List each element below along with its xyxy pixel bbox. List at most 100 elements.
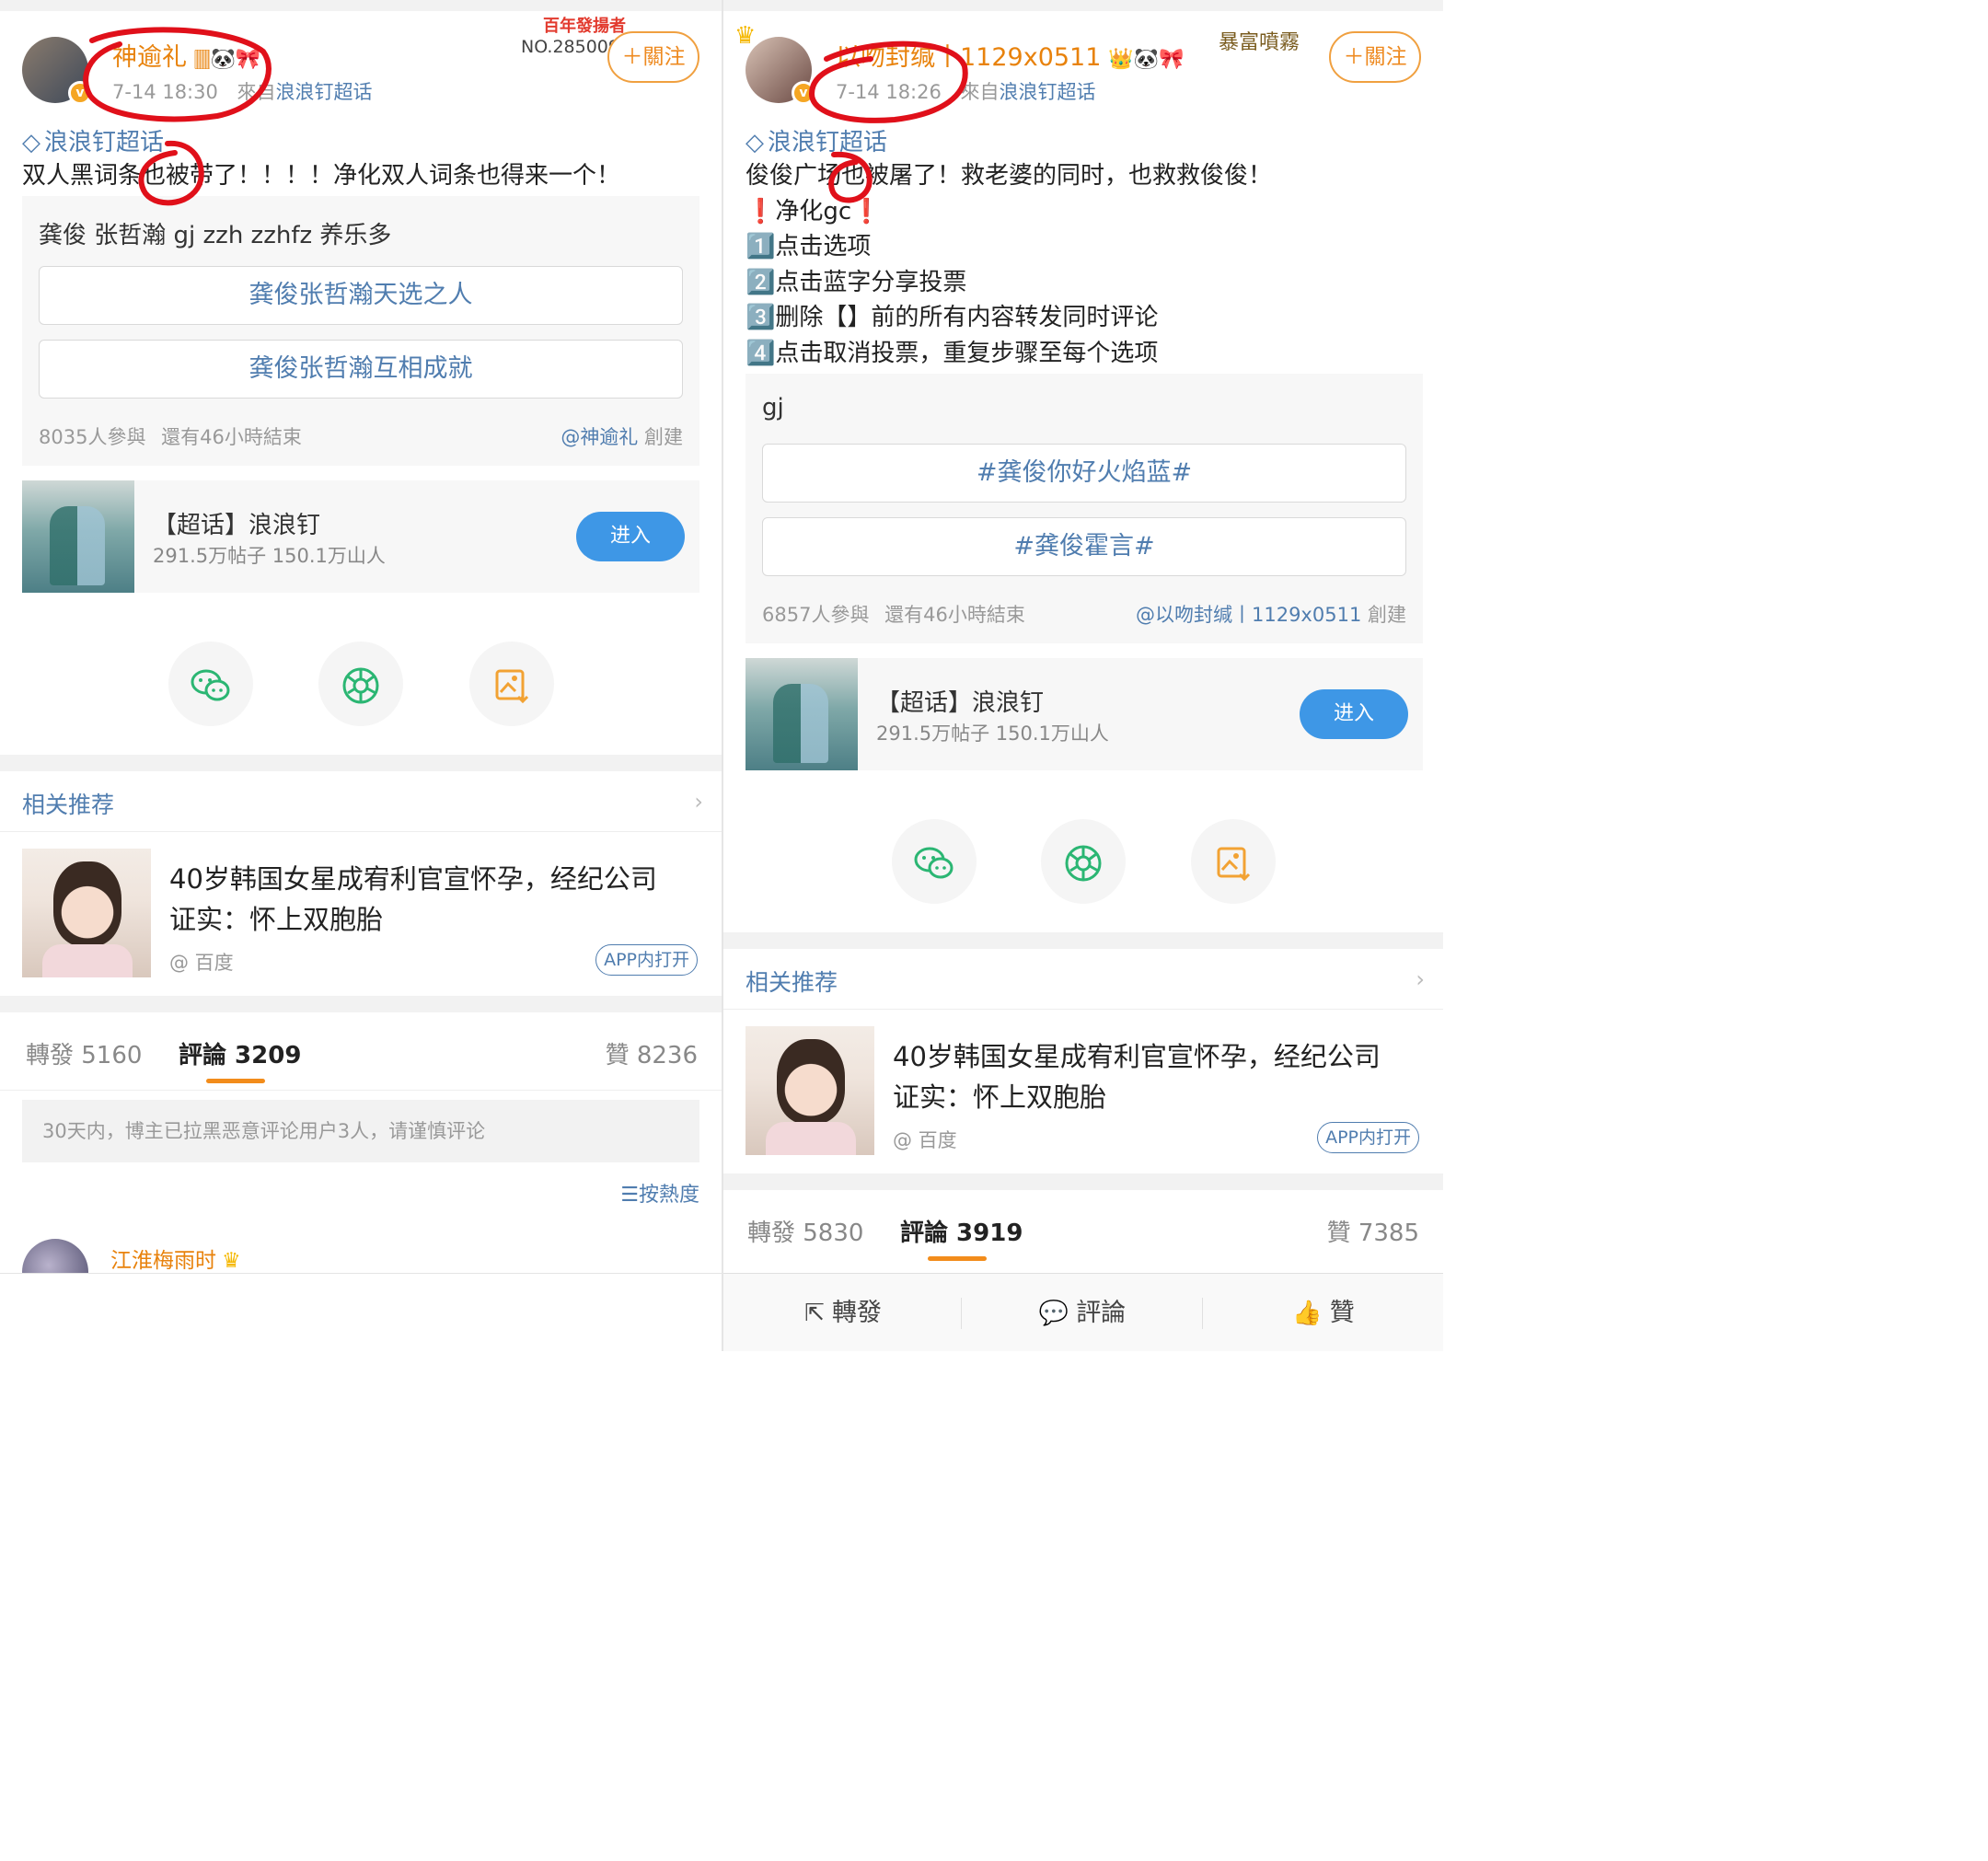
section-gap	[723, 1173, 1443, 1190]
related-source: @ 百度	[893, 1129, 957, 1151]
poll-creator[interactable]: @神逾礼 創建	[561, 422, 683, 450]
poll-footer: 6857人參與 還有46小時結束 @以吻封缄丨1129x0511 創建	[762, 600, 1406, 628]
section-gap	[0, 996, 722, 1012]
source-prefix: 來自	[960, 81, 1000, 103]
body-line: 双人黑词条也被带了！！！！净化双人词条也得来一个！	[22, 162, 621, 190]
super-topic-title: 【超话】浪浪钉	[153, 512, 321, 539]
comment-icon: 💬	[1038, 1300, 1069, 1327]
decor-badge: 暴富噴霧	[1219, 31, 1300, 54]
body-line: ❗净化gc❗	[746, 197, 882, 225]
related-thumbnail[interactable]	[22, 849, 151, 977]
medal-title: 百年發揚者	[543, 17, 626, 36]
diamond-icon: ◇	[22, 129, 40, 156]
divider	[723, 1009, 1443, 1010]
topic-link[interactable]: ◇ 浪浪钉超话	[746, 123, 887, 157]
poll-card: 龚俊 张哲瀚 gj zzh zzhfz 养乐多 龚俊张哲瀚天选之人 龚俊张哲瀚互…	[22, 196, 699, 466]
diamond-icon: ◇	[746, 129, 764, 156]
divider	[0, 1090, 722, 1091]
screenshot-comparison: v 神逾礼 🀫🐼🎀 7-14 18:30 來自浪浪钉超话 百年發揚者 NO.285…	[0, 0, 1443, 1351]
poll-participants: 6857人參與	[762, 604, 870, 626]
separator	[1202, 1298, 1203, 1329]
username[interactable]: 以吻封缄丨1129x0511 👑🐼🎀	[836, 37, 1185, 73]
tab-repost[interactable]: 轉發 5160	[26, 1036, 142, 1070]
poll-title: 龚俊 张哲瀚 gj zzh zzhfz 养乐多	[39, 222, 392, 249]
tab-comment[interactable]: 評論 3209	[179, 1036, 301, 1070]
topic-link[interactable]: ◇ 浪浪钉超话	[22, 123, 164, 157]
poll-title: gj	[762, 394, 784, 422]
active-tab-indicator	[206, 1079, 265, 1083]
save-image-icon[interactable]	[1191, 819, 1276, 904]
poll-creator[interactable]: @以吻封缄丨1129x0511 創建	[1136, 600, 1406, 628]
chevron-right-icon[interactable]: ›	[1416, 966, 1425, 992]
source-link[interactable]: 浪浪钉超话	[1000, 81, 1096, 103]
follow-button[interactable]: ＋關注	[1329, 31, 1421, 83]
related-heading: 相关推荐	[746, 969, 838, 996]
poll-participants: 8035人參與	[39, 426, 146, 448]
open-in-app-button[interactable]: APP内打开	[595, 944, 698, 976]
super-topic-title: 【超话】浪浪钉	[876, 689, 1045, 717]
wechat-icon[interactable]	[892, 819, 977, 904]
body-line: 1️⃣点击选项	[746, 233, 872, 260]
related-title[interactable]: 40岁韩国女星成宥利官宣怀孕，经纪公司 证实：怀上双胞胎	[893, 1036, 1381, 1117]
super-topic-stats: 291.5万帖子 150.1万山人	[153, 545, 386, 567]
post-meta: 7-14 18:26 來自浪浪钉超话	[836, 77, 1096, 105]
body-line: 4️⃣点击取消投票，重复步骤至每个选项	[746, 339, 1159, 367]
verified-icon: v	[792, 81, 815, 105]
timestamp: 7-14 18:30	[112, 81, 218, 103]
related-title[interactable]: 40岁韩国女星成宥利官宣怀孕，经纪公司 证实：怀上双胞胎	[169, 859, 657, 940]
super-topic-card[interactable]: 【超话】浪浪钉 291.5万帖子 150.1万山人 进入	[746, 658, 1423, 770]
medal-number: NO.285009	[521, 37, 619, 57]
crown-icon: ♛	[222, 1249, 241, 1273]
super-topic-thumbnail	[746, 658, 858, 770]
save-image-icon[interactable]	[469, 642, 554, 726]
bottom-blank	[0, 1273, 722, 1351]
username[interactable]: 神逾礼 🀫🐼🎀	[112, 37, 260, 73]
enter-button[interactable]: 进入	[1300, 689, 1408, 739]
comment-button[interactable]: 💬 評論	[963, 1274, 1202, 1351]
tab-like[interactable]: 贊 8236	[606, 1036, 698, 1070]
related-heading: 相关推荐	[22, 792, 115, 818]
source-link[interactable]: 浪浪钉超话	[276, 81, 373, 103]
follow-button[interactable]: ＋關注	[607, 31, 699, 83]
body-line: 3️⃣删除【】前的所有内容转发同时评论	[746, 304, 1159, 331]
right-post-panel: v 以吻封缄丨1129x0511👑🐼🎀 7-14 18:26 來自浪浪钉超话 暴…	[723, 0, 1443, 1351]
moments-icon[interactable]	[318, 642, 403, 726]
tab-repost[interactable]: 轉發 5830	[747, 1214, 863, 1248]
like-button[interactable]: 👍 贊	[1204, 1274, 1443, 1351]
share-out-icon: ⇱	[804, 1300, 825, 1327]
enter-button[interactable]: 进入	[576, 512, 685, 561]
moments-icon[interactable]	[1041, 819, 1126, 904]
super-topic-thumbnail	[22, 480, 134, 593]
avatar[interactable]: v	[734, 22, 815, 105]
wechat-icon[interactable]	[168, 642, 253, 726]
open-in-app-button[interactable]: APP内打开	[1317, 1122, 1419, 1153]
poll-footer: 8035人參與 還有46小時結束 @神逾礼 創建	[39, 422, 683, 450]
commenter-name[interactable]: 江淮梅雨时 ♛	[110, 1243, 241, 1274]
sort-toggle[interactable]: ☰按熱度	[620, 1178, 699, 1208]
poll-option[interactable]: 龚俊张哲瀚互相成就	[39, 340, 683, 399]
tab-like[interactable]: 贊 7385	[1327, 1214, 1419, 1248]
chevron-right-icon[interactable]: ›	[694, 789, 703, 815]
post-body: 双人黑词条也被带了！！！！净化双人词条也得来一个！	[22, 158, 620, 194]
thumbs-up-icon: 👍	[1292, 1300, 1323, 1327]
active-tab-indicator	[928, 1256, 987, 1261]
related-thumbnail[interactable]	[746, 1026, 874, 1155]
poll-option[interactable]: 龚俊张哲瀚天选之人	[39, 266, 683, 325]
avatar[interactable]: v	[22, 37, 92, 105]
post-meta: 7-14 18:30 來自浪浪钉超话	[112, 77, 373, 105]
divider	[0, 831, 722, 832]
poll-option[interactable]: #龚俊你好火焰蓝#	[762, 444, 1406, 503]
source-prefix: 來自	[237, 81, 276, 103]
repost-button[interactable]: ⇱ 轉發	[723, 1274, 963, 1351]
super-topic-card[interactable]: 【超话】浪浪钉 291.5万帖子 150.1万山人 进入	[22, 480, 699, 593]
tab-comment[interactable]: 評論 3919	[900, 1214, 1023, 1248]
bottom-action-bar: ⇱ 轉發 💬 評論 👍 贊	[723, 1273, 1443, 1351]
related-source: @ 百度	[169, 952, 234, 974]
interaction-tabs: 轉發 5160 評論 3209 贊 8236	[0, 1012, 722, 1095]
section-gap	[0, 755, 722, 771]
comment-notice: 30天内，博主已拉黑恶意评论用户3人，请谨慎评论	[22, 1100, 699, 1162]
top-gap	[0, 0, 722, 11]
poll-remaining: 還有46小時結束	[161, 426, 302, 448]
poll-remaining: 還有46小時結束	[884, 604, 1025, 626]
poll-option[interactable]: #龚俊霍言#	[762, 517, 1406, 576]
